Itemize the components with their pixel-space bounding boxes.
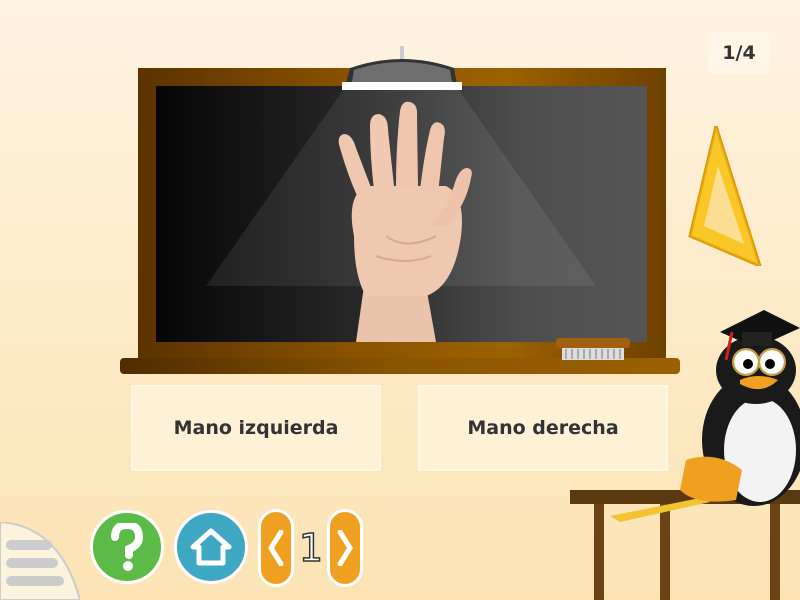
lamp-icon [342, 46, 462, 90]
home-icon [190, 528, 232, 566]
next-button[interactable] [327, 509, 363, 587]
previous-button[interactable] [258, 509, 294, 587]
home-button[interactable] [174, 510, 248, 584]
answer-option-right-hand[interactable]: Mano derecha [418, 385, 668, 471]
set-square-icon [688, 126, 762, 266]
question-mark-icon [111, 523, 144, 571]
answer-option-left-hand[interactable]: Mano izquierda [131, 385, 381, 471]
menu-icon[interactable] [0, 522, 80, 600]
hand-image [338, 101, 472, 342]
question-counter: 1/4 [708, 32, 770, 74]
chevron-right-icon [337, 530, 353, 566]
page-number: 1 [298, 525, 324, 571]
blackboard [156, 86, 647, 342]
eraser-icon [556, 338, 630, 360]
help-button[interactable] [90, 510, 164, 584]
penguin-teacher-icon [680, 310, 800, 506]
chevron-left-icon [268, 530, 284, 566]
